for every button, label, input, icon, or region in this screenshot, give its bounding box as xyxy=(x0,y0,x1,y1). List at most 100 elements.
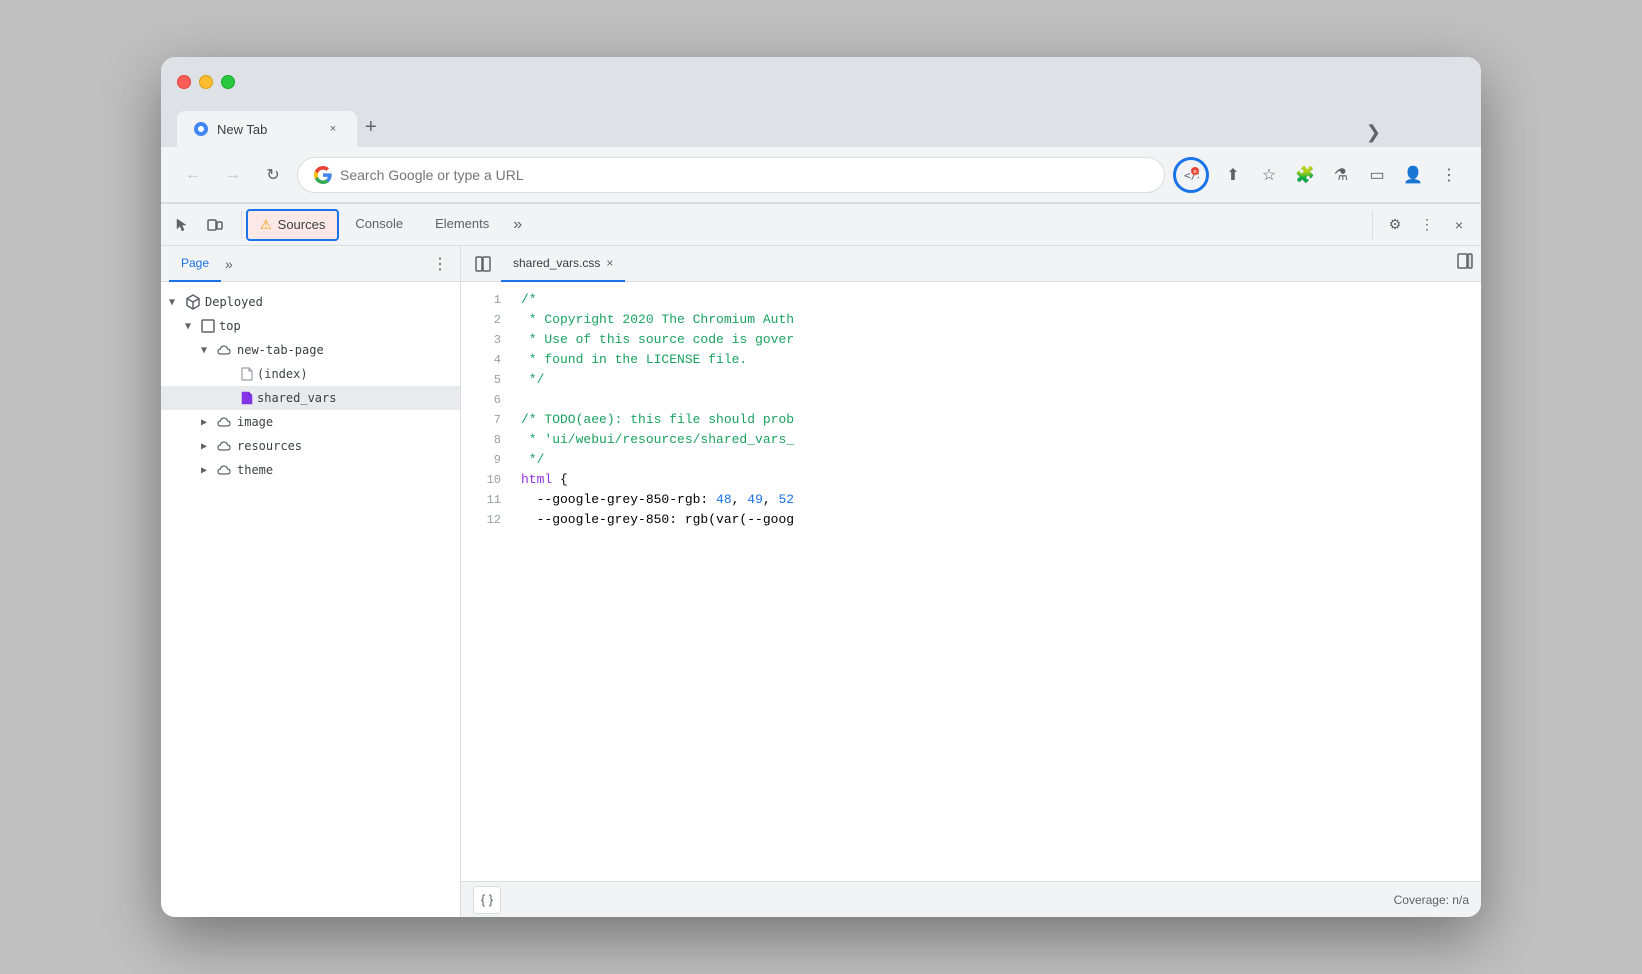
collapse-right-icon xyxy=(1457,253,1473,269)
resources-label: resources xyxy=(237,439,302,453)
tab-overflow-button[interactable]: ❯ xyxy=(1366,122,1381,143)
code-line-2: * Copyright 2020 The Chromium Auth xyxy=(521,310,1481,330)
sources-page-tab[interactable]: Page xyxy=(169,246,221,282)
deployed-arrow-icon: ▼ xyxy=(169,297,181,308)
sources-right-panel: shared_vars.css × 1 xyxy=(461,246,1481,917)
image-icon xyxy=(217,416,233,428)
theme-icon xyxy=(217,464,233,476)
address-bar[interactable] xyxy=(297,157,1165,193)
toolbar-icons: ⬆ ☆ 🧩 ⚗ ▭ 👤 ⋮ xyxy=(1217,159,1465,191)
code-line-6 xyxy=(521,390,1481,410)
line-num-5: 5 xyxy=(461,370,501,390)
line-num-12: 12 xyxy=(461,510,501,530)
refresh-icon: ↻ xyxy=(266,165,279,185)
tree-item-deployed[interactable]: ▼ Deployed xyxy=(161,290,460,314)
tab-sources[interactable]: ⚠ Sources xyxy=(246,209,339,241)
minimize-button[interactable] xyxy=(199,75,213,89)
back-button[interactable]: ← xyxy=(177,159,209,191)
shared-vars-label: shared_vars xyxy=(257,391,336,405)
extensions-button[interactable]: 🧩 xyxy=(1289,159,1321,191)
svg-text:×: × xyxy=(1193,169,1197,176)
code-editor[interactable]: 1 2 3 4 5 6 7 8 9 10 11 12 xyxy=(461,282,1481,881)
forward-button[interactable]: → xyxy=(217,159,249,191)
new-tab-page-label: new-tab-page xyxy=(237,343,324,357)
chrome-menu-button[interactable]: ⋮ xyxy=(1433,159,1465,191)
file-tree: ▼ Deployed ▼ xyxy=(161,282,460,917)
theme-label: theme xyxy=(237,463,273,477)
traffic-lights xyxy=(177,75,235,89)
inspect-element-button[interactable] xyxy=(169,211,197,239)
bookmark-button[interactable]: ☆ xyxy=(1253,159,1285,191)
code-line-12: --google-grey-850: rgb(var(--goog xyxy=(521,510,1481,530)
line-num-2: 2 xyxy=(461,310,501,330)
code-line-8: * 'ui/webui/resources/shared_vars_ xyxy=(521,430,1481,450)
google-icon xyxy=(314,166,332,184)
address-bar-container: ← → ↻ </> × xyxy=(161,147,1481,203)
lab-button[interactable]: ⚗ xyxy=(1325,159,1357,191)
close-button[interactable] xyxy=(177,75,191,89)
back-icon: ← xyxy=(185,166,201,184)
maximize-button[interactable] xyxy=(221,75,235,89)
device-toggle-button[interactable] xyxy=(201,211,229,239)
tree-item-image[interactable]: ▶ image xyxy=(161,410,460,434)
share-button[interactable]: ⬆ xyxy=(1217,159,1249,191)
collapse-left-icon xyxy=(475,256,491,272)
refresh-button[interactable]: ↻ xyxy=(257,159,289,191)
page-tab-label: Page xyxy=(181,256,209,270)
lab-icon: ⚗ xyxy=(1334,165,1348,185)
tree-item-new-tab-page[interactable]: ▼ new-tab-page xyxy=(161,338,460,362)
browser-window: New Tab × + ❯ ← → ↻ xyxy=(161,57,1481,917)
sources-tab-label: Sources xyxy=(278,217,326,232)
collapse-right-button[interactable] xyxy=(1457,253,1473,274)
code-line-9: */ xyxy=(521,450,1481,470)
code-line-5: */ xyxy=(521,370,1481,390)
main-content: ⚠ Sources Console Elements » ⚙ xyxy=(161,203,1481,917)
resources-arrow-icon: ▶ xyxy=(201,441,213,452)
tab-console[interactable]: Console xyxy=(339,204,419,246)
index-file-icon xyxy=(241,367,253,381)
top-icon xyxy=(201,319,215,333)
sources-left-menu-button[interactable]: ⋮ xyxy=(428,254,452,274)
sources-file-tabs: shared_vars.css × xyxy=(461,246,1481,282)
profile-button[interactable]: 👤 xyxy=(1397,159,1429,191)
extensions-icon: 🧩 xyxy=(1295,165,1315,185)
devtools-panel: ⚠ Sources Console Elements » ⚙ xyxy=(161,203,1481,917)
collapse-left-button[interactable] xyxy=(469,250,497,278)
pretty-print-button[interactable]: { } xyxy=(473,886,501,914)
address-input[interactable] xyxy=(340,167,1148,183)
top-label: top xyxy=(219,319,241,333)
tab-close-button[interactable]: × xyxy=(325,121,341,137)
devtools-tab-overflow[interactable]: » xyxy=(505,216,530,234)
file-tab-name: shared_vars.css xyxy=(513,256,600,270)
tree-item-resources[interactable]: ▶ resources xyxy=(161,434,460,458)
tree-item-shared-vars[interactable]: ▶ shared_vars xyxy=(161,386,460,410)
line-num-3: 3 xyxy=(461,330,501,350)
devtools-close-button[interactable]: × xyxy=(1445,211,1473,239)
close-icon: × xyxy=(1455,217,1463,233)
title-bar xyxy=(161,57,1481,107)
devtools-toolbar: ⚠ Sources Console Elements » ⚙ xyxy=(161,204,1481,246)
devtools-settings-button[interactable]: ⚙ xyxy=(1381,211,1409,239)
devtools-tabs: ⚠ Sources Console Elements » xyxy=(246,204,1372,246)
sidebar-button[interactable]: ▭ xyxy=(1361,159,1393,191)
tree-item-theme[interactable]: ▶ theme xyxy=(161,458,460,482)
deployed-icon xyxy=(185,294,201,310)
sources-file-tab-shared-vars[interactable]: shared_vars.css × xyxy=(501,246,625,282)
code-line-10: html { xyxy=(521,470,1481,490)
sources-left-overflow[interactable]: » xyxy=(221,256,237,272)
file-tab-close-button[interactable]: × xyxy=(606,256,613,270)
tree-item-index[interactable]: ▶ (index) xyxy=(161,362,460,386)
sources-left-tabs: Page » ⋮ xyxy=(161,246,460,282)
code-line-3: * Use of this source code is gover xyxy=(521,330,1481,350)
image-arrow-icon: ▶ xyxy=(201,417,213,428)
new-tab-button[interactable]: + xyxy=(357,112,385,143)
code-line-1: /* xyxy=(521,290,1481,310)
code-line-11: --google-grey-850-rgb: 48, 49, 52 xyxy=(521,490,1481,510)
devtools-more-button[interactable]: ⋮ xyxy=(1413,211,1441,239)
line-num-7: 7 xyxy=(461,410,501,430)
tree-item-top[interactable]: ▼ top xyxy=(161,314,460,338)
shared-vars-file-icon xyxy=(241,391,253,405)
devtools-toggle-button[interactable]: </> × xyxy=(1173,157,1209,193)
tab-elements[interactable]: Elements xyxy=(419,204,505,246)
browser-tab[interactable]: New Tab × xyxy=(177,111,357,147)
